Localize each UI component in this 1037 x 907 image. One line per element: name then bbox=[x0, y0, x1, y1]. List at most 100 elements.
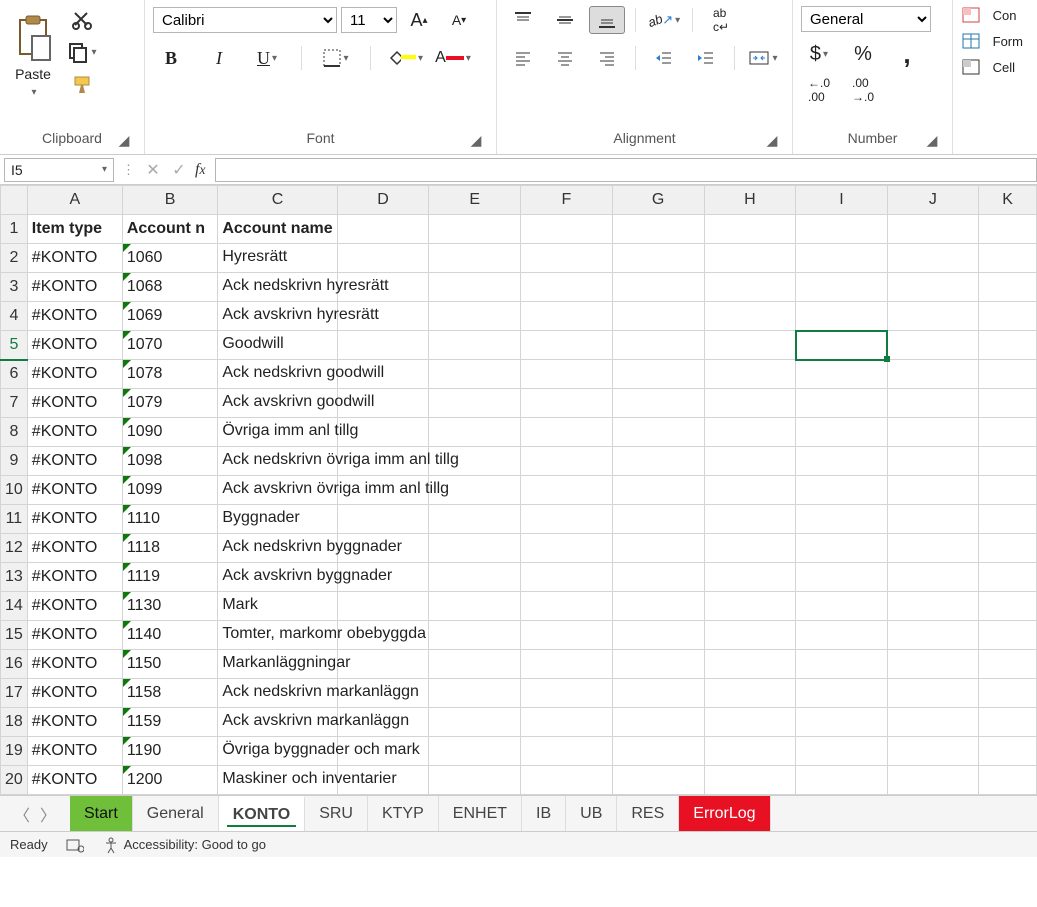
cell-A9[interactable]: #KONTO bbox=[27, 447, 122, 476]
increase-decimal-button[interactable]: ←.0.00 bbox=[801, 76, 837, 104]
cell-G14[interactable] bbox=[612, 592, 704, 621]
cell-H16[interactable] bbox=[704, 650, 796, 679]
cell-B4[interactable]: 1069 bbox=[122, 302, 218, 331]
comma-button[interactable]: , bbox=[889, 40, 925, 68]
cell-F4[interactable] bbox=[521, 302, 613, 331]
cell-B14[interactable]: 1130 bbox=[122, 592, 218, 621]
cell-E18[interactable] bbox=[429, 708, 521, 737]
cell-C17[interactable]: Ack nedskrivn markanläggn bbox=[218, 679, 337, 708]
cell-A11[interactable]: #KONTO bbox=[27, 505, 122, 534]
cell-I20[interactable] bbox=[796, 766, 887, 795]
cell-F5[interactable] bbox=[521, 331, 613, 360]
cell-E3[interactable] bbox=[429, 273, 521, 302]
cell-B6[interactable]: 1078 bbox=[122, 360, 218, 389]
cell-H9[interactable] bbox=[704, 447, 796, 476]
cell-D16[interactable] bbox=[337, 650, 429, 679]
conditional-formatting-button[interactable]: Con bbox=[961, 6, 1016, 24]
cell-C13[interactable]: Ack avskrivn byggnader bbox=[218, 563, 337, 592]
cell-A2[interactable]: #KONTO bbox=[27, 244, 122, 273]
cell-J20[interactable] bbox=[887, 766, 979, 795]
cell-H15[interactable] bbox=[704, 621, 796, 650]
cell-H5[interactable] bbox=[704, 331, 796, 360]
cell-F17[interactable] bbox=[521, 679, 613, 708]
cell-B18[interactable]: 1159 bbox=[122, 708, 218, 737]
cell-F11[interactable] bbox=[521, 505, 613, 534]
bold-button[interactable]: B bbox=[153, 44, 189, 72]
cell-K6[interactable] bbox=[979, 360, 1037, 389]
cell-F18[interactable] bbox=[521, 708, 613, 737]
cell-J2[interactable] bbox=[887, 244, 979, 273]
cell-F7[interactable] bbox=[521, 389, 613, 418]
cell-J3[interactable] bbox=[887, 273, 979, 302]
cell-I6[interactable] bbox=[796, 360, 887, 389]
cell-K9[interactable] bbox=[979, 447, 1037, 476]
cell-E12[interactable] bbox=[429, 534, 521, 563]
cell-A16[interactable]: #KONTO bbox=[27, 650, 122, 679]
cell-J14[interactable] bbox=[887, 592, 979, 621]
decrease-decimal-button[interactable]: .00→.0 bbox=[845, 76, 881, 104]
cell-K18[interactable] bbox=[979, 708, 1037, 737]
cell-G12[interactable] bbox=[612, 534, 704, 563]
cell-B1[interactable]: Account n bbox=[122, 215, 218, 244]
cell-H6[interactable] bbox=[704, 360, 796, 389]
cell-G5[interactable] bbox=[612, 331, 704, 360]
macro-record-icon[interactable] bbox=[66, 837, 84, 853]
col-header-H[interactable]: H bbox=[704, 186, 796, 215]
cell-A12[interactable]: #KONTO bbox=[27, 534, 122, 563]
row-header-12[interactable]: 12 bbox=[1, 534, 28, 563]
row-header-4[interactable]: 4 bbox=[1, 302, 28, 331]
cell-C9[interactable]: Ack nedskrivn övriga imm anl tillg bbox=[218, 447, 337, 476]
cell-G15[interactable] bbox=[612, 621, 704, 650]
cell-E17[interactable] bbox=[429, 679, 521, 708]
increase-indent-button[interactable] bbox=[688, 44, 724, 72]
cell-F13[interactable] bbox=[521, 563, 613, 592]
cell-C5[interactable]: Goodwill bbox=[218, 331, 337, 360]
cell-I7[interactable] bbox=[796, 389, 887, 418]
row-header-2[interactable]: 2 bbox=[1, 244, 28, 273]
sheet-tab-enhet[interactable]: ENHET bbox=[439, 796, 522, 831]
font-color-button[interactable]: A▾ bbox=[435, 44, 471, 72]
sheet-tab-ub[interactable]: UB bbox=[566, 796, 617, 831]
cell-I16[interactable] bbox=[796, 650, 887, 679]
cell-C20[interactable]: Maskiner och inventarier bbox=[218, 766, 337, 795]
cancel-formula-button[interactable]: ✕ bbox=[143, 160, 163, 180]
cell-F10[interactable] bbox=[521, 476, 613, 505]
cell-C15[interactable]: Tomter, markomr obebyggda bbox=[218, 621, 337, 650]
cell-A6[interactable]: #KONTO bbox=[27, 360, 122, 389]
cell-H4[interactable] bbox=[704, 302, 796, 331]
cell-B3[interactable]: 1068 bbox=[122, 273, 218, 302]
cell-J11[interactable] bbox=[887, 505, 979, 534]
cell-G10[interactable] bbox=[612, 476, 704, 505]
cell-D1[interactable] bbox=[337, 215, 429, 244]
row-header-7[interactable]: 7 bbox=[1, 389, 28, 418]
cell-E16[interactable] bbox=[429, 650, 521, 679]
row-header-17[interactable]: 17 bbox=[1, 679, 28, 708]
cell-J15[interactable] bbox=[887, 621, 979, 650]
cell-K7[interactable] bbox=[979, 389, 1037, 418]
cell-G6[interactable] bbox=[612, 360, 704, 389]
cell-E7[interactable] bbox=[429, 389, 521, 418]
cell-J12[interactable] bbox=[887, 534, 979, 563]
cell-C11[interactable]: Byggnader bbox=[218, 505, 337, 534]
font-dialog-launcher[interactable]: ◢ bbox=[468, 132, 484, 148]
cell-I1[interactable] bbox=[796, 215, 887, 244]
sheet-tab-ib[interactable]: IB bbox=[522, 796, 566, 831]
cell-D14[interactable] bbox=[337, 592, 429, 621]
row-header-5[interactable]: 5 bbox=[1, 331, 28, 360]
cell-F8[interactable] bbox=[521, 418, 613, 447]
cell-I3[interactable] bbox=[796, 273, 887, 302]
cell-K20[interactable] bbox=[979, 766, 1037, 795]
cell-J17[interactable] bbox=[887, 679, 979, 708]
accounting-format-button[interactable]: $▾ bbox=[801, 40, 837, 68]
cell-E5[interactable] bbox=[429, 331, 521, 360]
col-header-D[interactable]: D bbox=[337, 186, 429, 215]
col-header-G[interactable]: G bbox=[612, 186, 704, 215]
cell-A19[interactable]: #KONTO bbox=[27, 737, 122, 766]
cell-B19[interactable]: 1190 bbox=[122, 737, 218, 766]
font-size-combo[interactable]: 11 bbox=[341, 7, 397, 33]
cell-C6[interactable]: Ack nedskrivn goodwill bbox=[218, 360, 337, 389]
cell-G17[interactable] bbox=[612, 679, 704, 708]
row-header-14[interactable]: 14 bbox=[1, 592, 28, 621]
cell-G4[interactable] bbox=[612, 302, 704, 331]
cell-B17[interactable]: 1158 bbox=[122, 679, 218, 708]
